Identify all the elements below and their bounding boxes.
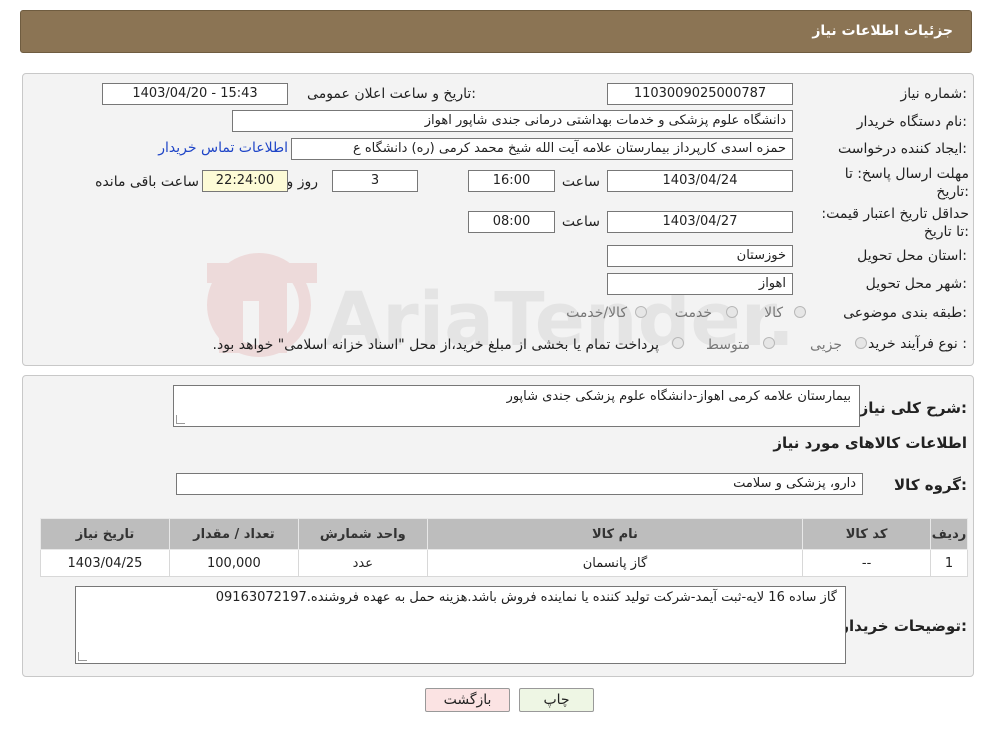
announce-field: 1403/04/20 - 15:43 xyxy=(102,83,288,105)
page-title: جزئیات اطلاعات نیاز xyxy=(812,23,953,39)
buyer-org-field: دانشگاه علوم پزشکی و خدمات بهداشتی درمان… xyxy=(232,110,793,132)
process-note: پرداخت تمام یا بخشی از مبلغ خرید،از محل … xyxy=(212,337,659,353)
process-radio-minor[interactable] xyxy=(855,337,867,349)
days-label: روز و xyxy=(286,174,319,190)
creator-label: ایجاد کننده درخواست: xyxy=(838,141,967,157)
goods-group-label: گروه کالا: xyxy=(894,476,967,494)
resize-grip-icon[interactable] xyxy=(78,652,87,661)
goods-info-title: اطلاعات کالاهای مورد نیاز xyxy=(773,434,967,452)
col-header-name: نام کالا xyxy=(426,518,804,550)
buyer-contact-link[interactable]: اطلاعات تماس خریدار xyxy=(158,140,288,156)
category-option-goods-service: کالا/خدمت xyxy=(566,305,627,321)
cell-unit: عدد xyxy=(297,549,428,577)
remaining-time-field: 22:24:00 xyxy=(202,170,288,192)
need-number-field: 1103009025000787 xyxy=(607,83,793,105)
days-field: 3 xyxy=(332,170,418,192)
process-radio-medium[interactable] xyxy=(763,337,775,349)
back-button[interactable]: بازگشت xyxy=(425,688,510,712)
table-header-row: ردیف کد کالا نام کالا واحد شمارش تعداد /… xyxy=(40,518,968,550)
process-option-medium: متوسط xyxy=(706,337,750,353)
process-option-minor: جزیی xyxy=(810,337,842,353)
cell-code: -- xyxy=(802,549,932,577)
deadline-time-label: ساعت xyxy=(561,174,600,190)
cell-row-number: 1 xyxy=(930,549,968,577)
city-label: شهر محل تحویل: xyxy=(865,276,967,292)
creator-field: حمزه اسدی کارپرداز بیمارستان علامه آیت ا… xyxy=(291,138,793,160)
need-desc-label: شرح کلی نیاز: xyxy=(859,399,967,417)
city-field: اهواز xyxy=(607,273,793,295)
buyer-notes-label: توضیحات خریدار: xyxy=(840,617,967,635)
category-radio-service[interactable] xyxy=(726,306,738,318)
category-label: طبقه بندی موضوعی: xyxy=(843,305,967,321)
deadline-label: مهلت ارسال پاسخ: تا تاریخ: xyxy=(844,166,969,200)
col-header-unit: واحد شمارش xyxy=(297,518,428,550)
announce-label: تاریخ و ساعت اعلان عمومی: xyxy=(307,86,476,102)
deadline-time-field: 16:00 xyxy=(468,170,555,192)
cell-quantity: 100,000 xyxy=(168,549,299,577)
need-desc-text: بیمارستان علامه کرمی اهواز-دانشگاه علوم … xyxy=(506,389,851,404)
need-desc-field[interactable]: بیمارستان علامه کرمی اهواز-دانشگاه علوم … xyxy=(173,385,860,427)
province-label: استان محل تحویل: xyxy=(857,248,967,264)
print-button[interactable]: چاپ xyxy=(519,688,594,712)
resize-grip-icon[interactable] xyxy=(176,415,185,424)
goods-table: ردیف کد کالا نام کالا واحد شمارش تعداد /… xyxy=(40,518,968,577)
validity-time-field: 08:00 xyxy=(468,211,555,233)
col-header-code: کد کالا xyxy=(802,518,932,550)
validity-date-field: 1403/04/27 xyxy=(607,211,793,233)
category-radio-goods[interactable] xyxy=(794,306,806,318)
col-header-quantity: تعداد / مقدار xyxy=(168,518,299,550)
col-header-need-date: تاریخ نیاز xyxy=(40,518,170,550)
col-header-row-number: ردیف xyxy=(930,518,968,550)
province-field: خوزستان xyxy=(607,245,793,267)
process-treasury-checkbox[interactable] xyxy=(672,337,684,349)
cell-name: گاز پانسمان xyxy=(426,549,804,577)
category-option-service: خدمت xyxy=(674,305,712,321)
buyer-notes-text: گاز ساده 16 لایه-ثبت آیمد-شرکت تولید کنن… xyxy=(215,590,837,605)
table-row: 1 -- گاز پانسمان عدد 100,000 1403/04/25 xyxy=(40,549,968,577)
validity-time-label: ساعت xyxy=(561,214,600,230)
validity-label: حداقل تاریخ اعتبار قیمت: تا تاریخ: xyxy=(821,206,969,240)
goods-group-field: دارو، پزشکی و سلامت xyxy=(176,473,863,495)
process-label: نوع فرآیند خرید : xyxy=(868,336,967,352)
need-number-label: شماره نیاز: xyxy=(900,86,967,102)
page-header: جزئیات اطلاعات نیاز xyxy=(20,10,972,53)
cell-need-date: 1403/04/25 xyxy=(40,549,170,577)
category-option-goods: کالا xyxy=(764,305,783,321)
deadline-date-field: 1403/04/24 xyxy=(607,170,793,192)
buyer-notes-field[interactable]: گاز ساده 16 لایه-ثبت آیمد-شرکت تولید کنن… xyxy=(75,586,846,664)
buyer-org-label: نام دستگاه خریدار: xyxy=(856,114,967,130)
category-radio-goods-service[interactable] xyxy=(635,306,647,318)
remaining-label: ساعت باقی مانده xyxy=(95,174,199,190)
